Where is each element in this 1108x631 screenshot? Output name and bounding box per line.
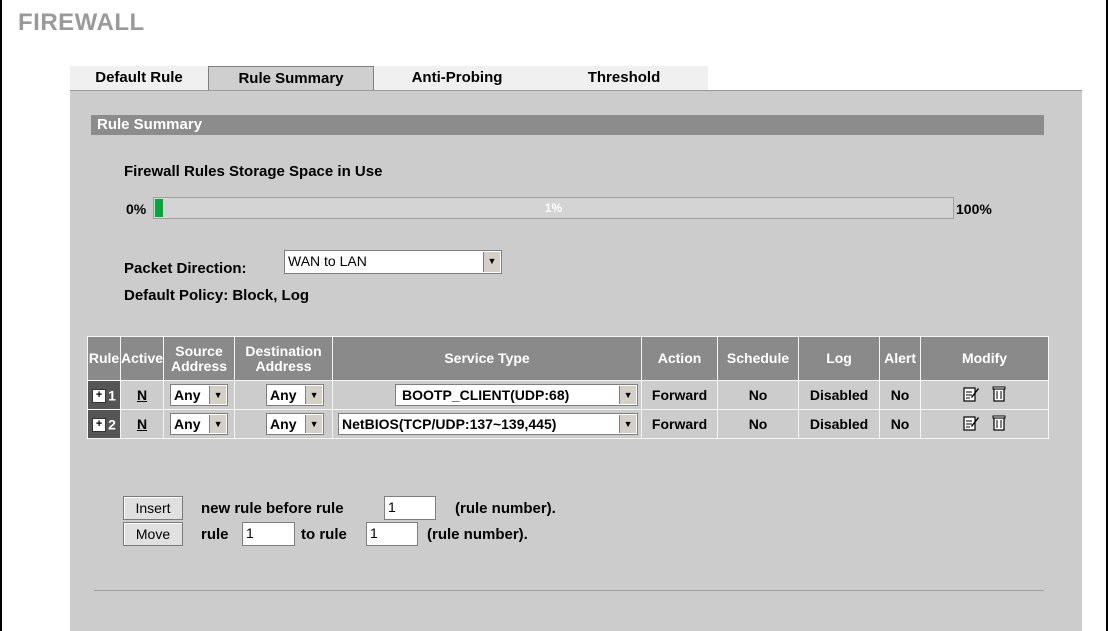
tab-anti-probing[interactable]: Anti-Probing: [374, 66, 540, 90]
chevron-down-icon: ▼: [209, 415, 227, 433]
rule-number: 1: [108, 387, 116, 404]
active-toggle[interactable]: N: [137, 387, 147, 403]
destination-cell: Any ▼: [234, 409, 334, 439]
action-cell: Forward: [641, 409, 719, 439]
schedule-cell: No: [717, 409, 800, 439]
alert-cell: No: [879, 409, 922, 439]
log-cell: Disabled: [798, 409, 881, 439]
header-alert: Alert: [879, 336, 922, 381]
service-cell: BOOTP_CLIENT(UDP:68) ▼: [332, 380, 643, 410]
tab-threshold[interactable]: Threshold: [540, 66, 708, 90]
schedule-cell: No: [717, 380, 800, 410]
modify-cell: [920, 380, 1049, 410]
destination-cell: Any ▼: [234, 380, 334, 410]
table-row: +1 N Any ▼ Any ▼ BOOTP_CLIENT(UDP:68) ▼ …: [87, 380, 1049, 410]
rule-summary-panel: Rule Summary Firewall Rules Storage Spac…: [70, 90, 1082, 631]
active-cell: N: [119, 380, 165, 410]
page-title: FIREWALL: [18, 9, 145, 36]
destination-value: Any: [270, 387, 297, 403]
tab-bar: Default Rule Rule Summary Anti-Probing T…: [70, 66, 708, 90]
packet-direction-select[interactable]: WAN to LAN ▼: [284, 250, 502, 274]
destination-select[interactable]: Any ▼: [266, 384, 325, 406]
chevron-down-icon: ▼: [619, 415, 637, 433]
move-suffix: (rule number).: [427, 526, 528, 543]
chevron-down-icon: ▼: [209, 386, 227, 404]
move-to-text: to rule: [301, 526, 347, 543]
header-source-line1: Source: [175, 342, 223, 359]
packet-direction-label: Packet Direction:: [124, 260, 247, 277]
tab-default-rule[interactable]: Default Rule: [70, 66, 208, 90]
trash-icon[interactable]: [991, 414, 1007, 435]
service-select[interactable]: NetBIOS(TCP/UDP:137~139,445) ▼: [338, 413, 639, 435]
active-cell: N: [119, 409, 165, 439]
window-left-border: [0, 0, 2, 631]
tab-rule-summary[interactable]: Rule Summary: [208, 66, 374, 90]
header-destination-line1: Destination: [245, 342, 322, 359]
chevron-down-icon: ▼: [619, 386, 637, 404]
header-service: Service Type: [332, 336, 643, 381]
source-cell: Any ▼: [163, 380, 236, 410]
rule-number: 2: [108, 416, 116, 433]
source-cell: Any ▼: [163, 409, 236, 439]
default-policy-text: Default Policy: Block, Log: [124, 287, 310, 304]
insert-rule-input[interactable]: 1: [384, 496, 436, 520]
packet-direction-value: WAN to LAN: [288, 253, 367, 269]
destination-select[interactable]: Any ▼: [266, 413, 325, 435]
chevron-down-icon: ▼: [483, 252, 500, 272]
rule-table: Rule Active Source Address Destination A…: [87, 336, 1049, 439]
source-select[interactable]: Any ▼: [170, 413, 229, 435]
storage-title: Firewall Rules Storage Space in Use: [124, 163, 383, 180]
storage-min-label: 0%: [126, 201, 147, 217]
service-value: NetBIOS(TCP/UDP:137~139,445): [342, 416, 557, 432]
plus-box-icon[interactable]: +: [92, 388, 107, 403]
service-cell: NetBIOS(TCP/UDP:137~139,445) ▼: [332, 409, 643, 439]
edit-icon[interactable]: [962, 414, 980, 435]
header-destination-line2: Address: [255, 357, 312, 374]
header-rule: Rule: [87, 336, 121, 381]
source-value: Any: [174, 416, 201, 432]
edit-icon[interactable]: [962, 385, 980, 406]
plus-box-icon[interactable]: +: [92, 417, 107, 432]
trash-icon[interactable]: [991, 385, 1007, 406]
source-select[interactable]: Any ▼: [170, 384, 229, 406]
insert-button[interactable]: Insert: [123, 496, 183, 520]
storage-progress-bar: 1%: [153, 197, 954, 219]
chevron-down-icon: ▼: [305, 415, 323, 433]
header-action: Action: [641, 336, 719, 381]
header-modify: Modify: [920, 336, 1049, 381]
insert-text: new rule before rule: [201, 500, 344, 517]
divider: [94, 590, 1044, 591]
header-destination: Destination Address: [234, 336, 334, 381]
section-header: Rule Summary: [91, 115, 1044, 135]
header-active: Active: [119, 336, 165, 381]
move-rule-text: rule: [201, 526, 229, 543]
chevron-down-icon: ▼: [305, 386, 323, 404]
table-row: +2 N Any ▼ Any ▼ NetBIOS(TCP/UDP:137~139…: [87, 409, 1049, 439]
service-select[interactable]: BOOTP_CLIENT(UDP:68) ▼: [395, 384, 639, 406]
storage-percent-label: 1%: [544, 201, 563, 215]
move-from-input[interactable]: 1: [242, 522, 295, 546]
modify-cell: [920, 409, 1049, 439]
header-source: Source Address: [163, 336, 236, 381]
log-cell: Disabled: [798, 380, 881, 410]
destination-value: Any: [270, 416, 297, 432]
action-cell: Forward: [641, 380, 719, 410]
alert-cell: No: [879, 380, 922, 410]
rule-cell: +1: [87, 380, 121, 410]
move-button[interactable]: Move: [123, 522, 183, 546]
source-value: Any: [174, 387, 201, 403]
header-schedule: Schedule: [717, 336, 800, 381]
move-to-input[interactable]: 1: [366, 522, 418, 546]
header-log: Log: [798, 336, 881, 381]
insert-suffix: (rule number).: [455, 500, 556, 517]
active-toggle[interactable]: N: [137, 416, 147, 432]
header-source-line2: Address: [171, 357, 228, 374]
rule-cell: +2: [87, 409, 121, 439]
storage-max-label: 100%: [956, 201, 992, 217]
service-value: BOOTP_CLIENT(UDP:68): [402, 387, 570, 403]
